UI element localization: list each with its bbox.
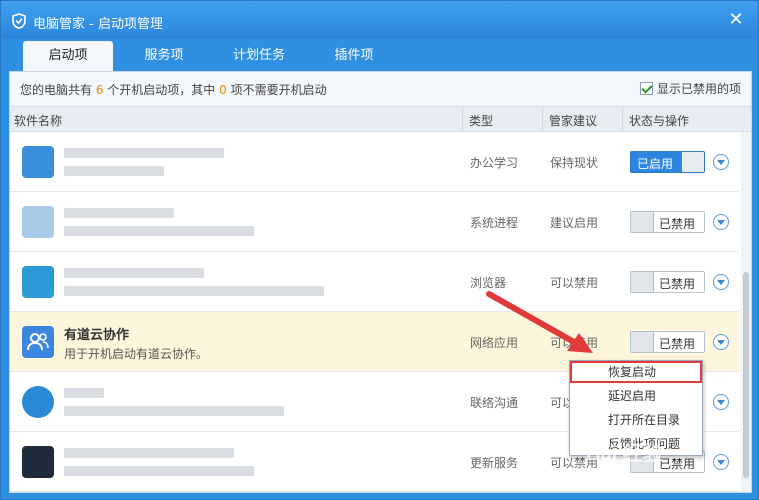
column-advice[interactable]: 管家建议 — [549, 112, 597, 129]
app-window: 电脑管家 - 启动项管理 ✕ 启动项 服务项 计划任务 插件项 您的电脑共有 6… — [0, 0, 759, 500]
watermark: Bai 经验 — [586, 443, 663, 465]
status-toggle[interactable]: 已启用 — [630, 151, 705, 173]
app-description: 用于开机启动有道云协作。 — [64, 347, 209, 361]
show-disabled-label: 显示已禁用的项 — [656, 82, 741, 96]
column-divider — [542, 107, 543, 131]
row-type: 办公学习 — [470, 156, 519, 170]
status-label: 已禁用 — [659, 457, 696, 471]
summary-suffix: 项不需要开机启动 — [226, 83, 327, 97]
column-software-name[interactable]: 软件名称 — [14, 112, 62, 129]
toggle-knob — [631, 332, 653, 352]
chevron-down-icon[interactable] — [713, 154, 729, 170]
row-type: 系统进程 — [470, 216, 519, 230]
row-type: 联络沟通 — [470, 396, 519, 410]
app-icon — [22, 326, 54, 358]
blurred-desc — [64, 466, 254, 476]
table-header: 软件名称 类型 管家建议 状态与操作 — [10, 106, 751, 132]
chevron-down-icon[interactable] — [713, 274, 729, 290]
status-toggle[interactable]: 已禁用 — [630, 211, 705, 233]
app-icon — [22, 146, 54, 178]
status-label: 已禁用 — [659, 337, 696, 351]
row-advice: 可以禁用 — [550, 336, 599, 350]
summary-text: 您的电脑共有 6 个开机启动项，其中 0 项不需要开机启动 — [20, 81, 327, 98]
tab-plugins[interactable]: 插件项 — [311, 41, 397, 71]
row-advice: 可以禁用 — [550, 276, 599, 290]
menu-item-restore-startup[interactable]: 恢复启动 — [570, 361, 702, 383]
chevron-down-icon[interactable] — [713, 214, 729, 230]
app-icon — [22, 266, 54, 298]
status-label: 已禁用 — [659, 217, 696, 231]
show-disabled-checkbox[interactable]: 显示已禁用的项 — [639, 80, 741, 97]
menu-item-delay-startup[interactable]: 延迟启用 — [570, 385, 702, 407]
menu-item-open-folder[interactable]: 打开所在目录 — [570, 409, 702, 431]
blurred-desc — [64, 286, 324, 296]
row-type: 网络应用 — [470, 336, 519, 350]
scrollbar-thumb[interactable] — [743, 272, 749, 478]
tab-services[interactable]: 服务项 — [119, 41, 209, 71]
status-toggle[interactable]: 已禁用 — [630, 331, 705, 353]
chevron-down-icon[interactable] — [713, 394, 729, 410]
status-toggle[interactable]: 已禁用 — [630, 271, 705, 293]
blurred-desc — [64, 166, 164, 176]
unneeded-count: 0 — [219, 83, 227, 97]
summary-prefix: 您的电脑共有 — [20, 83, 96, 97]
column-divider — [462, 107, 463, 131]
table-row[interactable]: 办公学习 保持现状 已启用 — [10, 132, 739, 192]
tab-scheduled-tasks[interactable]: 计划任务 — [211, 41, 307, 71]
toggle-knob — [631, 212, 653, 232]
checkbox-checked-icon[interactable] — [639, 82, 653, 95]
blurred-name — [64, 268, 204, 278]
app-icon — [22, 386, 54, 418]
blurred-desc — [64, 406, 284, 416]
blurred-desc — [64, 226, 254, 236]
app-icon — [22, 206, 54, 238]
status-label: 已启用 — [637, 157, 674, 171]
blurred-name — [64, 448, 234, 458]
table-row[interactable]: 浏览器 可以禁用 已禁用 — [10, 252, 739, 312]
shield-logo-icon — [12, 13, 26, 29]
row-type: 浏览器 — [470, 276, 507, 290]
blurred-name — [64, 208, 174, 218]
blurred-name — [64, 148, 224, 158]
app-icon — [22, 446, 54, 478]
row-advice: 保持现状 — [550, 156, 599, 170]
close-button[interactable]: ✕ — [726, 10, 746, 30]
title-bar: 电脑管家 - 启动项管理 ✕ — [1, 1, 758, 39]
chevron-down-icon[interactable] — [713, 334, 729, 350]
users-icon — [27, 333, 49, 351]
summary-bar: 您的电脑共有 6 个开机启动项，其中 0 项不需要开机启动 显示已禁用的项 — [10, 72, 751, 106]
row-type: 更新服务 — [470, 456, 519, 470]
table-row[interactable]: 系统进程 建议启用 已禁用 — [10, 192, 739, 252]
app-name: 有道云协作 — [64, 328, 130, 343]
tab-startup[interactable]: 启动项 — [23, 41, 113, 71]
row-advice: 建议启用 — [550, 216, 599, 230]
close-icon: ✕ — [728, 9, 744, 30]
column-type[interactable]: 类型 — [469, 112, 493, 129]
toggle-knob — [682, 152, 704, 172]
column-status[interactable]: 状态与操作 — [629, 112, 689, 129]
chevron-down-icon[interactable] — [713, 454, 729, 470]
column-divider — [622, 107, 623, 131]
summary-middle: 个开机启动项，其中 — [103, 83, 220, 97]
blurred-name — [64, 388, 104, 398]
window-title: 电脑管家 - 启动项管理 — [33, 17, 163, 32]
status-label: 已禁用 — [659, 277, 696, 291]
toggle-knob — [631, 272, 653, 292]
